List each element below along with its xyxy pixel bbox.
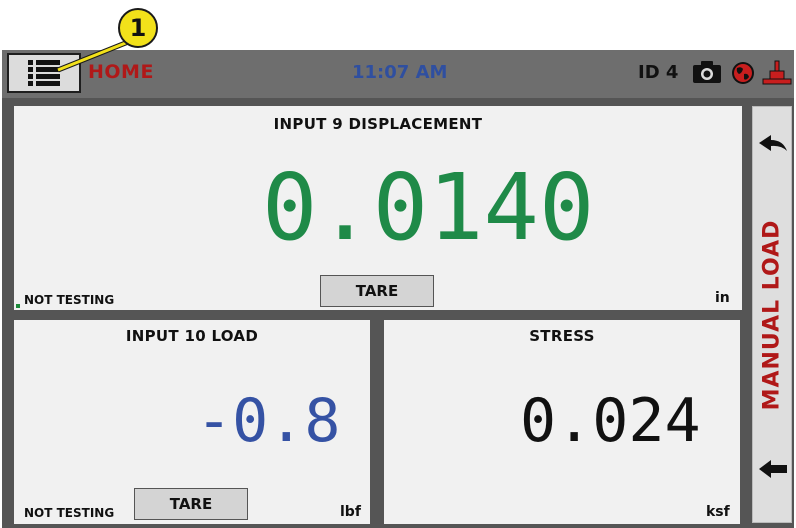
load-status: NOT TESTING <box>24 506 115 520</box>
load-tare-button[interactable]: TARE <box>134 488 248 520</box>
displacement-title: INPUT 9 DISPLACEMENT <box>273 115 483 133</box>
load-title: INPUT 10 LOAD <box>125 327 259 345</box>
menu-button[interactable] <box>7 53 81 93</box>
displacement-panel: INPUT 9 DISPLACEMENT 0.0140 NOT TESTING … <box>14 106 742 310</box>
top-bar: HOME 11:07 AM ID 4 <box>2 50 794 98</box>
clock-time: 11:07 AM <box>352 62 448 83</box>
device-id: ID 4 <box>638 62 679 83</box>
callout-badge: 1 <box>118 8 158 48</box>
back-arrow-icon[interactable] <box>757 133 789 155</box>
stress-title: STRESS <box>529 327 595 345</box>
load-value: -0.8 <box>196 386 341 456</box>
camera-icon[interactable] <box>692 60 722 84</box>
load-unit: lbf <box>340 504 361 520</box>
status-indicator <box>16 304 20 308</box>
return-arrow-icon[interactable] <box>757 457 789 479</box>
menu-list-icon <box>28 60 60 86</box>
home-label[interactable]: HOME <box>88 61 154 83</box>
displacement-tare-button[interactable]: TARE <box>320 275 434 307</box>
displacement-value: 0.0140 <box>262 154 595 261</box>
displacement-status: NOT TESTING <box>24 293 115 307</box>
displacement-unit: in <box>715 290 730 306</box>
stress-unit: ksf <box>706 504 730 520</box>
main-area: INPUT 9 DISPLACEMENT 0.0140 NOT TESTING … <box>2 98 794 528</box>
load-panel: INPUT 10 LOAD -0.8 NOT TESTING TARE lbf <box>14 320 370 524</box>
manual-load-label: MANUAL LOAD <box>759 219 785 410</box>
network-icon[interactable] <box>762 60 792 88</box>
manual-load-panel[interactable]: MANUAL LOAD <box>752 106 792 523</box>
stress-value: 0.024 <box>520 386 701 456</box>
globe-icon[interactable] <box>730 60 756 86</box>
stress-panel: STRESS 0.024 ksf <box>384 320 740 524</box>
callout-number: 1 <box>129 14 147 42</box>
